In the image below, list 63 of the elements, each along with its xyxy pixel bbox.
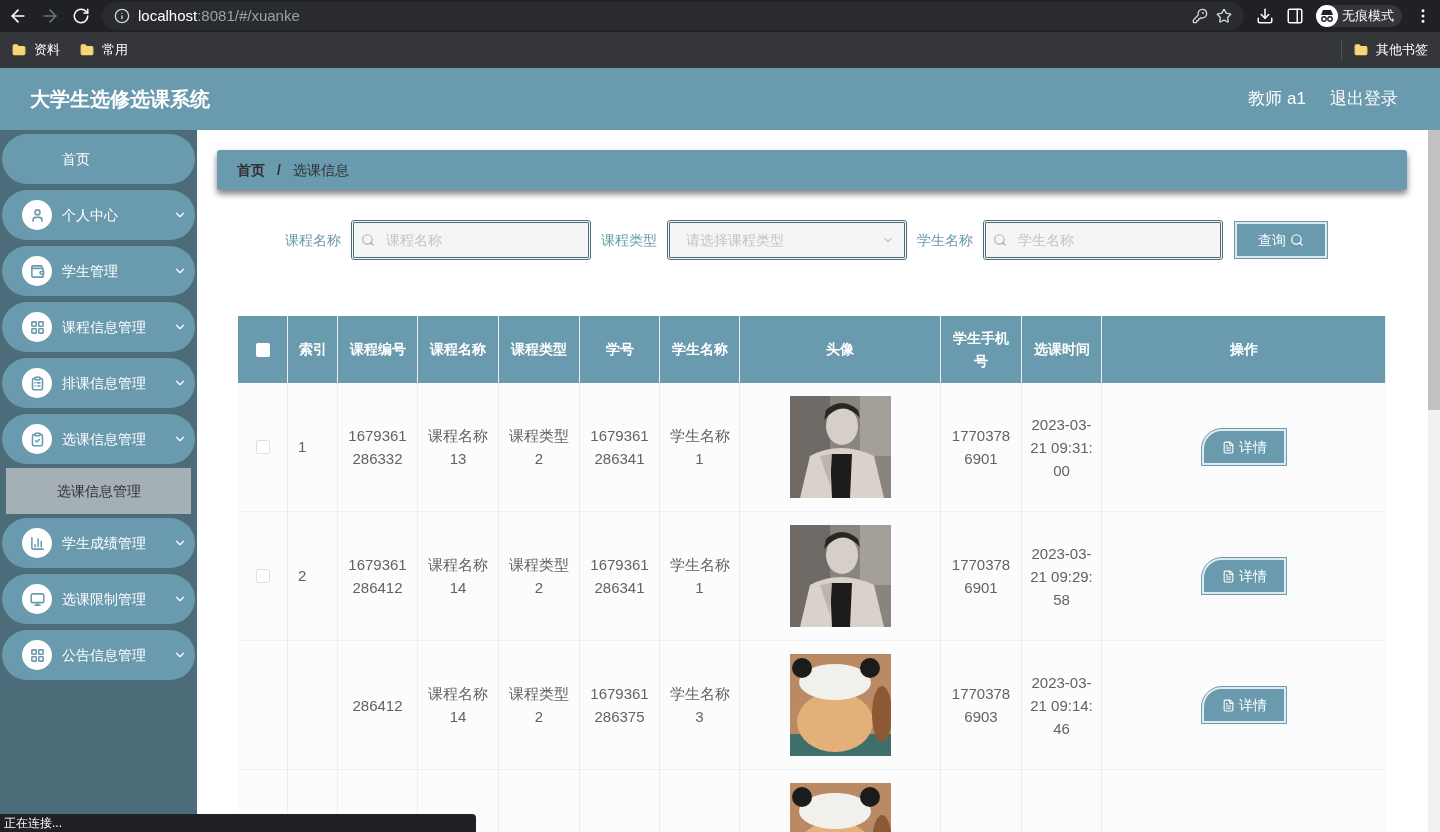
table-cell-text: 2 (298, 565, 307, 586)
menu-item[interactable]: 个人中心 (2, 190, 195, 240)
table-cell-text: 17703786901 (950, 555, 1012, 598)
table-cell-text: 课程类型2 (508, 684, 570, 727)
table-cell-text: 17703786903 (950, 684, 1012, 727)
table-cell-text: 1679361286375 (589, 684, 650, 727)
status-bubble: 正在连接... (0, 814, 476, 832)
column-header: 课程编号 (349, 340, 406, 359)
menu-item[interactable]: 选课信息管理 (2, 414, 195, 464)
table-cell-text: 17703786901 (950, 426, 1012, 469)
menu-item[interactable]: 课程信息管理 (2, 302, 195, 352)
filter-label: 课程类型 (601, 230, 657, 250)
column-header: 学生名称 (671, 340, 728, 359)
menu-item[interactable]: 选课限制管理 (2, 574, 195, 624)
menu-item[interactable]: 首页 (2, 134, 195, 184)
app-title: 大学生选修选课系统 (30, 87, 210, 112)
logout-link[interactable]: 退出登录 (1330, 86, 1398, 112)
url-text: localhost:8081/#/xuanke (138, 5, 300, 26)
menu-item[interactable]: 公告信息管理 (2, 630, 195, 680)
table-cell-text: 2023-03-21 09:14:46 (1030, 672, 1093, 739)
table-cell-text: 课程类型2 (508, 555, 570, 598)
user-label: 教师 a1 (1248, 88, 1306, 111)
filter-label: 学生名称 (917, 230, 973, 250)
table-cell-text: 2023-03-21 09:31:00 (1030, 414, 1093, 481)
table-cell-text: 1 (298, 436, 307, 457)
submenu-item[interactable]: 选课信息管理 (6, 468, 191, 514)
breadcrumb-item[interactable]: 首页 (237, 159, 265, 181)
column-header: 学生手机号 (952, 328, 1010, 371)
breadcrumb-item: 选课信息 (292, 160, 349, 180)
profile-chip[interactable]: 无痕模式 (1316, 5, 1402, 27)
column-header: 学号 (605, 340, 634, 359)
breadcrumb-separator: / (277, 160, 281, 180)
column-header: 头像 (826, 340, 854, 359)
filter-label: 课程名称 (285, 230, 341, 250)
table-cell-text: 1679361286412 (347, 555, 408, 598)
address-bar[interactable]: localhost:8081/#/xuanke (102, 2, 1244, 30)
table-cell-text: 课程名称14 (427, 684, 489, 727)
table-cell-text: 1679361286341 (589, 426, 650, 469)
table-cell-text: 学生名称3 (668, 684, 731, 727)
bookmark-folder[interactable]: 其他书签 (1341, 40, 1428, 60)
table-cell-text: 286412 (352, 695, 403, 716)
table-cell-text: 学生名称1 (668, 555, 731, 598)
menu-item[interactable]: 学生管理 (2, 246, 195, 296)
menu-item[interactable]: 排课信息管理 (2, 358, 195, 408)
details-button[interactable]: 详情 (1202, 687, 1286, 723)
bookmark-folder[interactable]: 资料 (12, 40, 60, 60)
table-cell-text: 学生名称1 (668, 426, 731, 469)
table-cell-text: 1679361286341 (589, 555, 650, 598)
details-button[interactable]: 详情 (1202, 429, 1286, 465)
details-button[interactable]: 详情 (1202, 558, 1286, 594)
table-cell-text: 课程类型2 (508, 426, 570, 469)
column-header: 课程名称 (430, 340, 486, 359)
bookmark-folder[interactable]: 常用 (80, 40, 128, 60)
column-header: 索引 (298, 340, 327, 359)
column-header: 课程类型 (511, 340, 567, 359)
table-cell-text: 课程名称14 (427, 555, 489, 598)
search-button[interactable]: 查询 (1235, 222, 1327, 258)
table-cell-text: 课程名称13 (427, 426, 489, 469)
table-cell-text: 2023-03-21 09:29:58 (1030, 543, 1093, 610)
menu-item[interactable]: 学生成绩管理 (2, 518, 195, 568)
column-header: 操作 (1229, 340, 1258, 359)
table-cell-text: 1679361286332 (347, 426, 408, 469)
column-header: 选课时间 (1033, 340, 1090, 359)
